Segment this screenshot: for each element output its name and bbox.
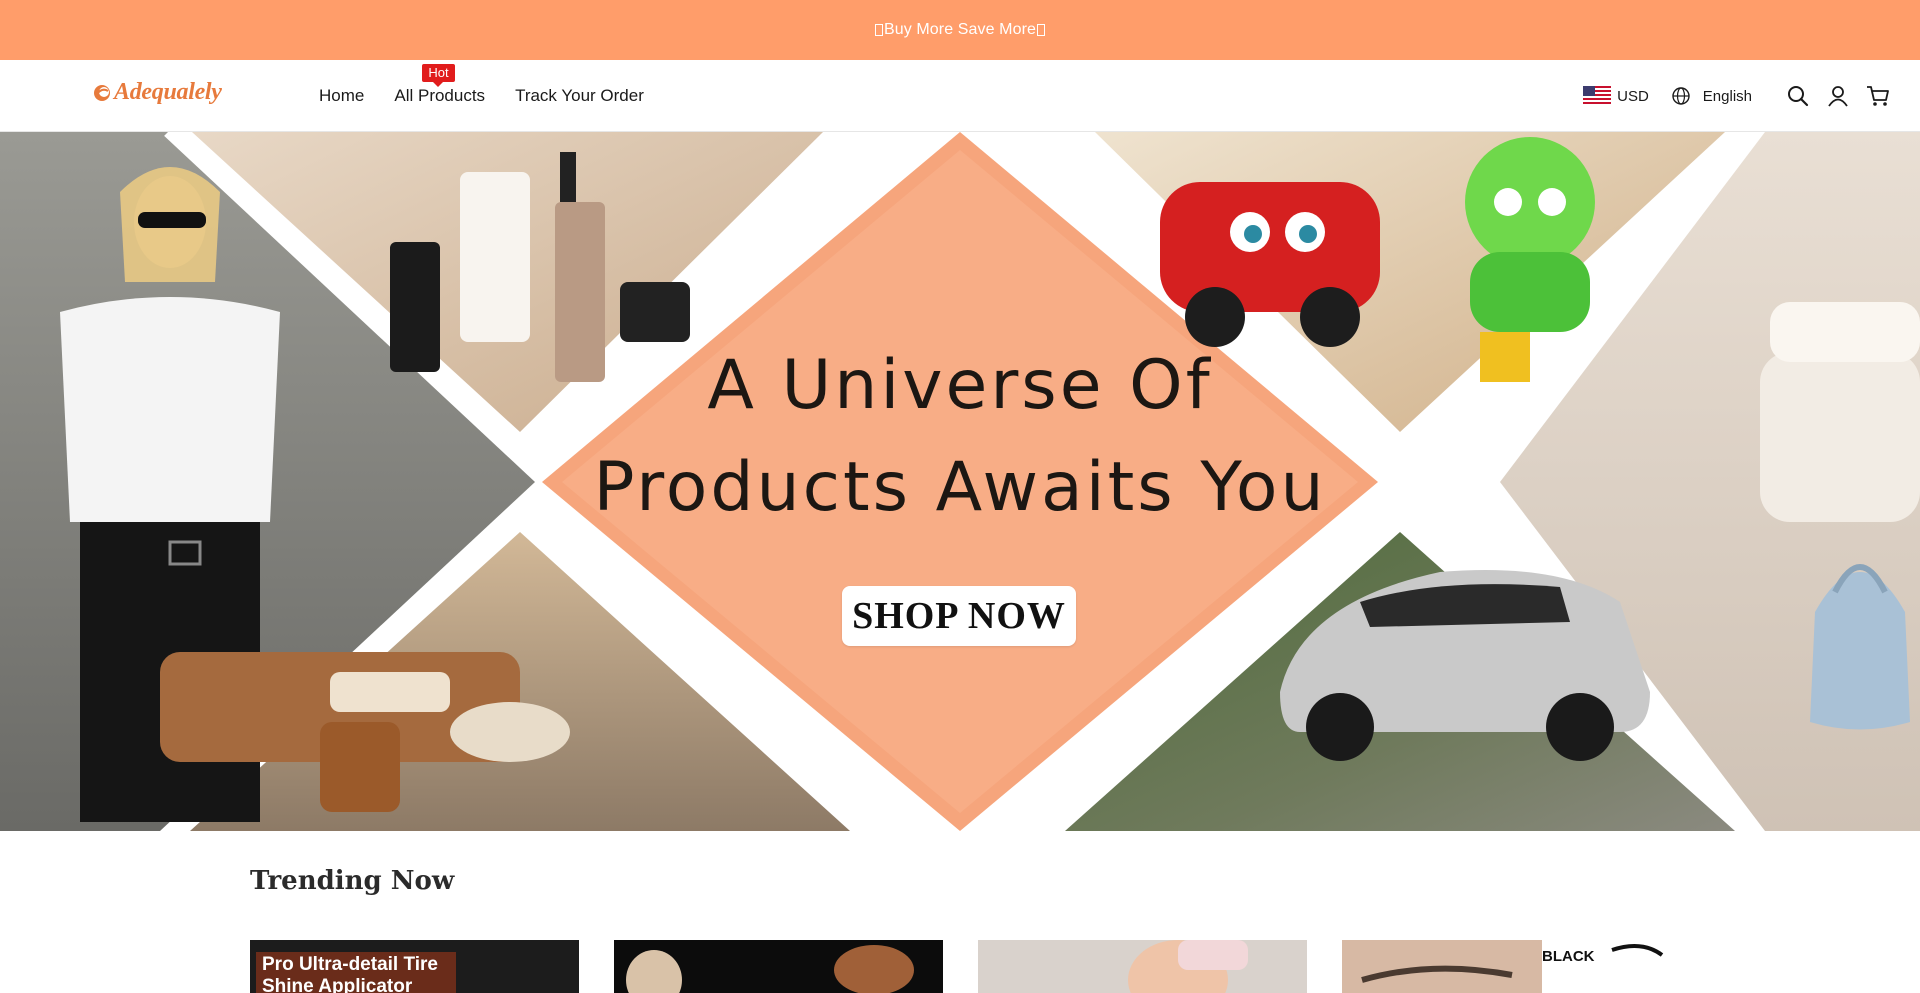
product-card[interactable] (614, 940, 943, 993)
logo-text: Adequalely (114, 79, 222, 105)
section-title-trending: Trending Now (250, 866, 455, 896)
emoji-placeholder-icon (1037, 24, 1046, 36)
language-label: English (1702, 87, 1752, 105)
search-button[interactable] (1784, 82, 1812, 110)
us-flag-icon (1583, 86, 1612, 106)
site-header: Adequalely Home All Products Hot Track Y… (0, 60, 1920, 132)
product-card[interactable]: Pro Ultra-detail Tire Shine Applicator (250, 940, 579, 993)
trending-products: Pro Ultra-detail Tire Shine Applicator B… (250, 940, 1671, 993)
product-card-label: BLACK (1542, 948, 1595, 965)
logo[interactable]: Adequalely (92, 79, 222, 106)
nav-all-products[interactable]: All Products Hot (394, 64, 486, 106)
hero-banner[interactable]: A Universe Of Products Awaits You SHOP N… (0, 132, 1920, 831)
product-image (626, 945, 914, 993)
globe-icon (1672, 87, 1690, 105)
product-card-label: Pro Ultra-detail Tire Shine Applicator (256, 952, 456, 993)
product-image (1342, 940, 1671, 993)
currency-selector[interactable]: USD (1583, 86, 1649, 106)
account-icon (1828, 86, 1848, 107)
announcement-text: Buy More Save More (883, 21, 1037, 38)
product-card[interactable] (978, 940, 1307, 993)
logo-mark-icon (94, 84, 110, 101)
hero-title-line2: Products Awaits You (593, 448, 1327, 527)
nav-home[interactable]: Home (319, 86, 364, 106)
cart-button[interactable] (1864, 82, 1892, 110)
main-nav: Home All Products Hot Track Your Order (319, 64, 644, 106)
search-icon (1788, 86, 1809, 107)
product-image (1128, 940, 1248, 993)
nav-track-order[interactable]: Track Your Order (515, 86, 644, 106)
shop-now-button[interactable]: SHOP NOW (842, 586, 1076, 646)
header-tools: USD English (1583, 82, 1892, 110)
announcement-bar[interactable]: Buy More Save More (0, 0, 1920, 60)
hot-badge: Hot (422, 64, 455, 87)
account-button[interactable] (1824, 82, 1852, 110)
hero-title-line1: A Universe Of (707, 346, 1213, 425)
emoji-placeholder-icon (874, 24, 883, 36)
nav-all-products-label: All Products (394, 86, 486, 105)
currency-label: USD (1617, 87, 1649, 105)
cart-icon (1867, 86, 1889, 106)
language-selector[interactable]: English (1671, 86, 1752, 106)
product-card[interactable]: BLACK (1342, 940, 1671, 993)
